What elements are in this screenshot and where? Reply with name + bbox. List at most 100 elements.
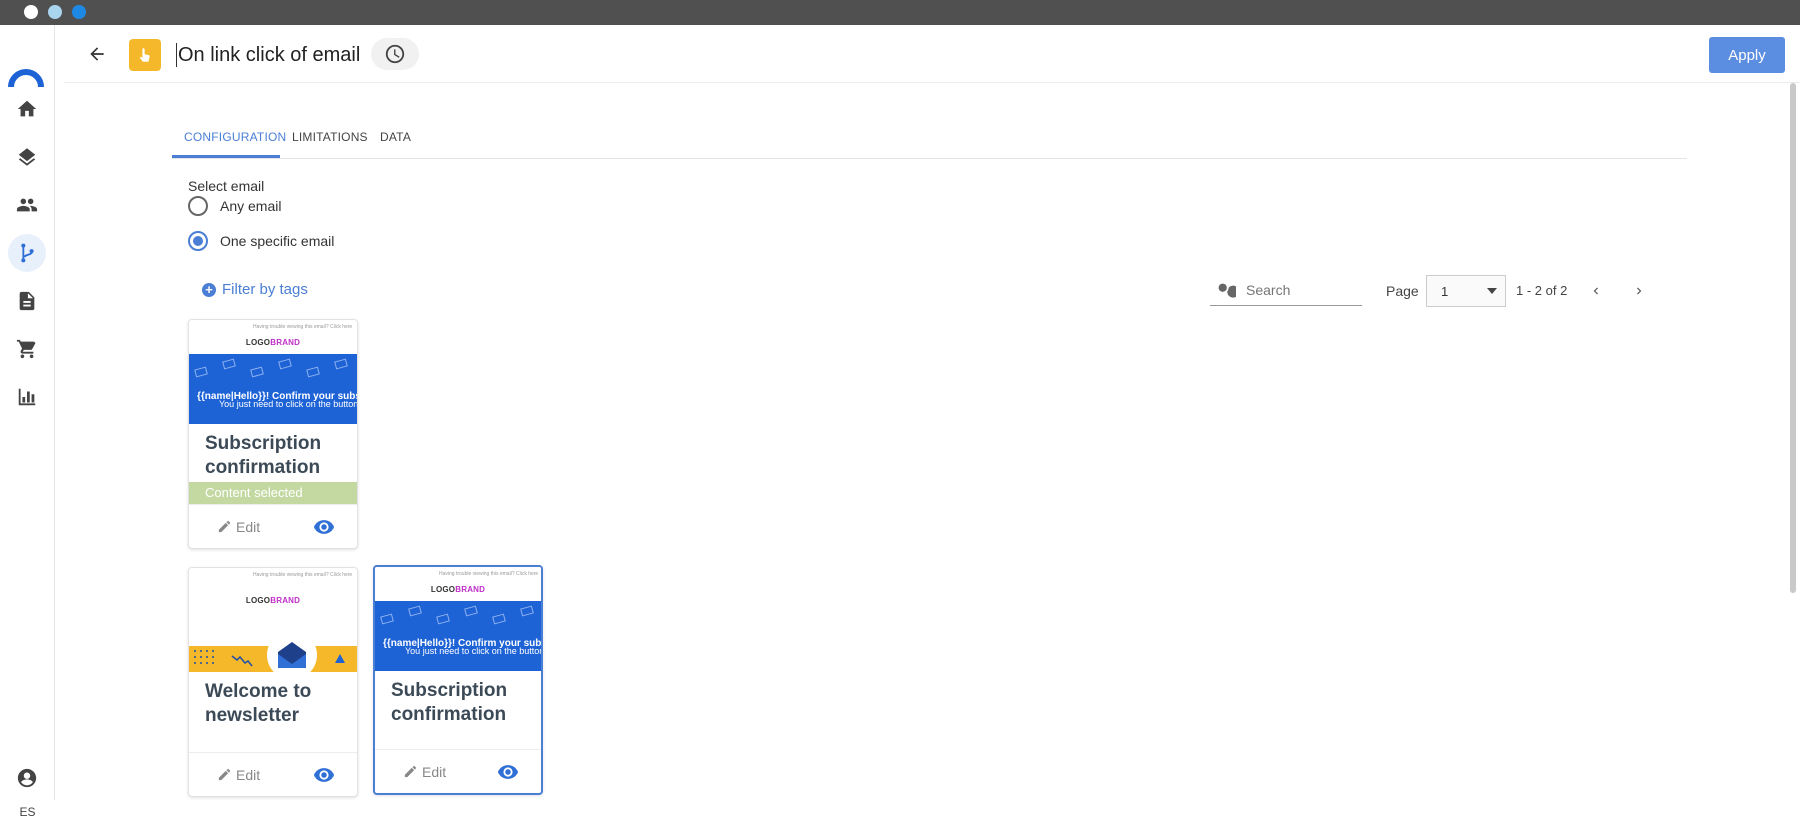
card-title: Subscription confirmation	[391, 680, 508, 725]
envelope-pattern-icon	[520, 605, 534, 617]
thumbnail-brand: LOGOBRAND	[189, 338, 357, 347]
preview-button[interactable]	[313, 516, 335, 538]
pencil-icon	[404, 765, 417, 778]
radio-any-email[interactable]: Any email	[188, 196, 281, 216]
edit-button[interactable]: Edit	[217, 519, 260, 535]
edit-label: Edit	[236, 518, 261, 535]
chevron-right-icon	[1637, 287, 1642, 295]
dots-pattern-icon	[194, 650, 214, 664]
card-actions: Edit	[375, 749, 541, 793]
sidebar-item-ecommerce[interactable]	[8, 330, 46, 368]
bar-chart-icon	[18, 388, 36, 406]
page-title[interactable]: On link click of email	[176, 43, 360, 67]
zigzag-icon	[231, 655, 253, 667]
radio-label: One specific email	[220, 233, 335, 249]
active-tab-indicator	[172, 155, 280, 158]
thumbnail-preheader: Having trouble viewing this email? Click…	[253, 572, 353, 578]
tab-configuration[interactable]: CONFIGURATION	[184, 130, 286, 144]
card-title: Subscription confirmation	[205, 433, 322, 478]
radio-button[interactable]	[188, 231, 208, 251]
email-card[interactable]: Having trouble viewing this email? Click…	[188, 567, 358, 797]
home-icon	[17, 100, 37, 117]
vertical-scrollbar[interactable]	[1790, 83, 1796, 593]
chevron-left-icon	[1593, 287, 1598, 295]
radio-label: Any email	[220, 198, 282, 214]
thumbnail-banner: {{name|Hello}}! Confirm your subscriptio…	[189, 354, 357, 424]
back-button[interactable]	[84, 41, 110, 67]
eye-icon	[497, 764, 519, 779]
tab-bar: CONFIGURATION LIMITATIONS DATA	[172, 124, 1687, 159]
thumbnail-banner: {{name|Hello}}! Confirm your subscriptio…	[375, 601, 541, 671]
radio-button[interactable]	[188, 196, 208, 216]
window-dot-close[interactable]	[24, 5, 38, 19]
thumbnail-preheader: Having trouble viewing this email? Click…	[253, 324, 353, 330]
layers-icon	[18, 148, 36, 166]
page-select[interactable]: 1	[1426, 275, 1506, 307]
envelope-pattern-icon	[436, 613, 450, 625]
preview-button[interactable]	[313, 764, 335, 786]
sidebar-item-account[interactable]	[8, 759, 46, 797]
sidebar-item-reports[interactable]	[8, 378, 46, 416]
envelope-pattern-icon	[334, 358, 348, 370]
email-card[interactable]: Having trouble viewing this email? Click…	[188, 319, 358, 549]
preview-button[interactable]	[497, 761, 519, 783]
email-thumbnail: Having trouble viewing this email? Click…	[375, 567, 541, 671]
envelope-pattern-icon	[380, 613, 394, 625]
envelope-badge	[267, 630, 317, 672]
envelope-pattern-icon	[278, 358, 292, 370]
window-dot-minimize[interactable]	[48, 5, 62, 19]
brand-logo-text: LOGO	[245, 596, 271, 605]
edit-label: Edit	[236, 766, 261, 783]
card-actions: Edit	[189, 752, 357, 796]
thumbnail-brand: LOGOBRAND	[375, 585, 541, 594]
apply-button[interactable]: Apply	[1709, 37, 1785, 73]
document-icon	[19, 291, 35, 311]
sidebar-item-home[interactable]	[8, 90, 46, 128]
app-logo-icon[interactable]	[8, 65, 44, 91]
radio-one-specific-email[interactable]: One specific email	[188, 231, 334, 251]
card-title: Welcome to newsletter	[205, 681, 312, 726]
envelope-pattern-icon	[408, 605, 422, 617]
brand-logo-text: LOGO	[430, 585, 456, 594]
pencil-icon	[218, 768, 231, 781]
eye-icon	[313, 519, 335, 534]
sidebar-item-layers[interactable]	[8, 138, 46, 176]
sidebar-item-contacts[interactable]	[8, 186, 46, 224]
search-input[interactable]	[1246, 281, 1351, 298]
next-page-button[interactable]	[1629, 281, 1649, 301]
page-range: 1 - 2 of 2	[1516, 283, 1568, 298]
brand-accent-text: BRAND	[270, 596, 301, 605]
caret-down-icon	[1487, 288, 1497, 294]
previous-page-button[interactable]	[1586, 281, 1606, 301]
email-card-selected[interactable]: Having trouble viewing this email? Click…	[373, 565, 543, 795]
filter-by-tags-label: Filter by tags	[222, 281, 308, 298]
edit-button[interactable]: Edit	[217, 767, 260, 783]
history-button[interactable]	[371, 38, 419, 70]
add-circle-icon: +	[202, 282, 216, 297]
envelope-pattern-icon	[250, 366, 264, 378]
envelope-pattern-icon	[306, 366, 320, 378]
page-label: Page	[1386, 283, 1419, 299]
page-select-value: 1	[1441, 283, 1449, 299]
filter-by-tags-button[interactable]: + Filter by tags	[202, 281, 308, 298]
envelope-pattern-icon	[222, 358, 236, 370]
page-header: On link click of email Apply	[64, 25, 1800, 83]
content-selected-badge: Content selected	[189, 482, 357, 504]
trigger-type-badge	[129, 39, 161, 71]
search-field[interactable]	[1210, 274, 1362, 306]
tab-limitations[interactable]: LIMITATIONS	[292, 130, 368, 144]
account-circle-icon	[17, 768, 37, 788]
brand-accent-text: BRAND	[455, 585, 486, 594]
brand-logo-text: LOGO	[245, 338, 271, 347]
window-dot-maximize[interactable]	[72, 5, 86, 19]
cart-icon	[16, 339, 36, 359]
edit-button[interactable]: Edit	[403, 764, 446, 780]
sidebar-item-workflows[interactable]	[8, 234, 46, 272]
tab-data[interactable]: DATA	[380, 130, 411, 144]
email-thumbnail: Having trouble viewing this email? Click…	[189, 568, 357, 672]
language-label[interactable]: ES	[0, 805, 55, 819]
brand-accent-text: BRAND	[270, 338, 301, 347]
workflow-icon	[21, 243, 34, 263]
email-thumbnail: Having trouble viewing this email? Click…	[189, 320, 357, 424]
sidebar-item-templates[interactable]	[8, 282, 46, 320]
